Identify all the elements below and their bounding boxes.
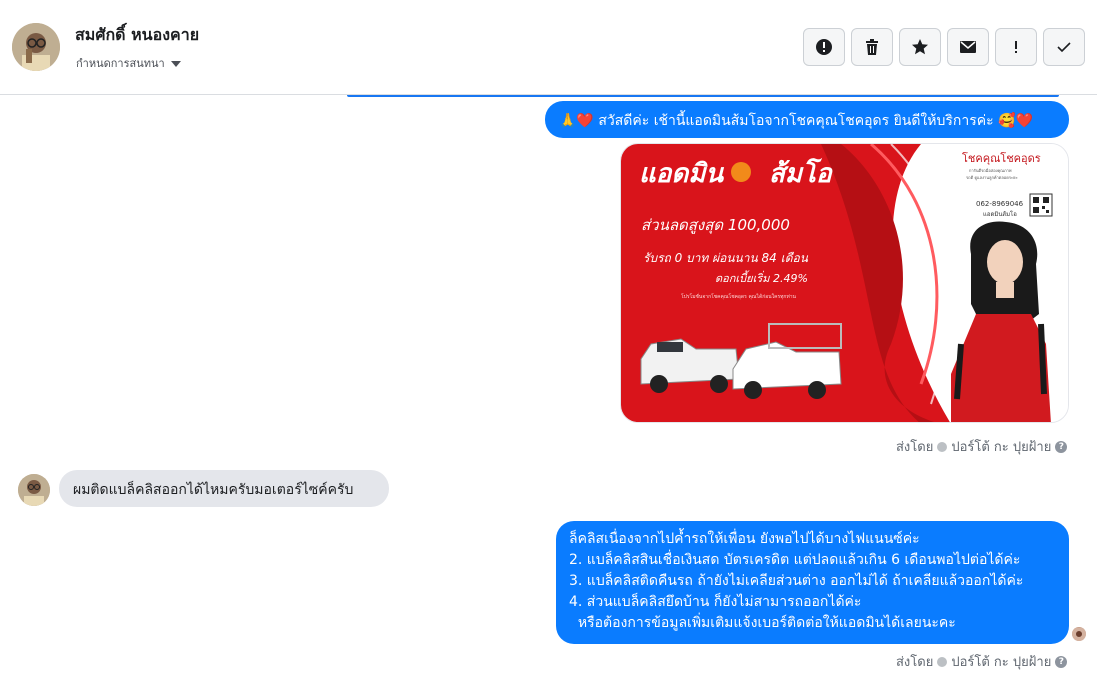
previous-message-edge	[347, 95, 1059, 97]
envelope-icon	[960, 41, 976, 53]
reply-line: หรือต้องการข้อมูลเพิ่มเติมแจ้งเบอร์ติดต่…	[569, 615, 956, 631]
sent-by-label-2: ส่งโดย ปอร์โต้ กะ ปุยฝ้าย ?	[896, 651, 1068, 672]
promo-down: รับรถ 0 บาท ผ่อนนาน 84 เดือน	[643, 251, 809, 265]
reply-line: 4. ส่วนแบล็คลิสยึดบ้าน ก็ยังไม่สามารถออก…	[569, 594, 862, 610]
reply-line: 2. แบล็คลิสสินเชื่อเงินสด บัตรเครดิต แต่…	[569, 552, 1021, 568]
promo-image-message[interactable]: แอดมิน ส้มโอ ส่วนลดสูงสุด 100,000 รับรถ …	[620, 143, 1069, 423]
sent-by-prefix: ส่งโดย	[896, 655, 934, 670]
promo-image: แอดมิน ส้มโอ ส่วนลดสูงสุด 100,000 รับรถ …	[621, 144, 1068, 422]
checkmark-icon	[1057, 42, 1071, 53]
promo-brand: โชคคุณโชคอุดร	[962, 151, 1041, 165]
outgoing-message-reply[interactable]: ล็คลิสเนื่องจากไปค้ำรถให้เพื่อน ยังพอไปไ…	[556, 521, 1069, 644]
reply-line: 3. แบล็คลิสติดคืนรถ ถ้ายังไม่เคลียส่วนต่…	[569, 573, 1024, 589]
verified-icon	[937, 441, 948, 452]
contact-avatar[interactable]	[12, 23, 60, 71]
message-thread[interactable]: 🙏❤️ สวัสดีค่ะ เช้านี้แอดมินส้มโอจากโชคคุ…	[0, 95, 1097, 678]
sent-by-agent[interactable]: ปอร์โต้ กะ ปุยฝ้าย	[951, 436, 1051, 457]
promo-phone-caption: แอดมินส้มโอ	[983, 210, 1017, 218]
star-icon	[912, 39, 928, 55]
conversation-setting-label: กำหนดการสนทนา	[76, 57, 165, 70]
contact-avatar-small[interactable]	[18, 474, 50, 506]
alert-circle-icon	[816, 39, 832, 55]
outgoing-message-greeting[interactable]: 🙏❤️ สวัสดีค่ะ เช้านี้แอดมินส้มโอจากโชคคุ…	[545, 101, 1069, 138]
sent-by-prefix: ส่งโดย	[896, 440, 934, 455]
verified-icon	[937, 656, 948, 667]
help-icon[interactable]: ?	[1055, 440, 1068, 453]
exclamation-icon	[1015, 41, 1017, 53]
incoming-message[interactable]: ผมติดแบล็คลิสออกได้ไหมครับมอเตอร์ไซค์ครั…	[59, 470, 389, 507]
conversation-header: สมศักดิ์ หนองคาย กำหนดการสนทนา	[0, 0, 1097, 95]
promo-phone: 062-8969046	[976, 200, 1024, 208]
sent-by-agent[interactable]: ปอร์โต้ กะ ปุยฝ้าย	[951, 651, 1051, 672]
star-button[interactable]	[899, 28, 941, 66]
promo-title-2: ส้มโอ	[769, 157, 833, 189]
help-icon[interactable]: ?	[1055, 655, 1068, 668]
contact-name: สมศักดิ์ หนองคาย	[75, 25, 200, 44]
conversation-setting-dropdown[interactable]: กำหนดการสนทนา	[76, 54, 181, 72]
mark-unread-button[interactable]	[947, 28, 989, 66]
promo-interest: ดอกเบี้ยเริ่ม 2.49%	[715, 270, 808, 285]
sent-by-label-1: ส่งโดย ปอร์โต้ กะ ปุยฝ้าย ?	[896, 436, 1068, 457]
promo-discount: ส่วนลดสูงสุด 100,000	[641, 216, 790, 234]
reply-line: ล็คลิสเนื่องจากไปค้ำรถให้เพื่อน ยังพอไปไ…	[569, 531, 920, 547]
trash-icon	[866, 39, 878, 55]
spam-button[interactable]	[995, 28, 1037, 66]
mark-done-button[interactable]	[1043, 28, 1085, 66]
caret-down-icon	[170, 60, 181, 67]
promo-fineprint: โปรโมชั่นจากโชคคุณโชคอุดร คุณได้ก่อนใครท…	[681, 293, 797, 300]
delete-button[interactable]	[851, 28, 893, 66]
promo-title-1: แอดมิน	[639, 159, 724, 189]
report-button[interactable]	[803, 28, 845, 66]
seen-avatar	[1072, 627, 1086, 641]
